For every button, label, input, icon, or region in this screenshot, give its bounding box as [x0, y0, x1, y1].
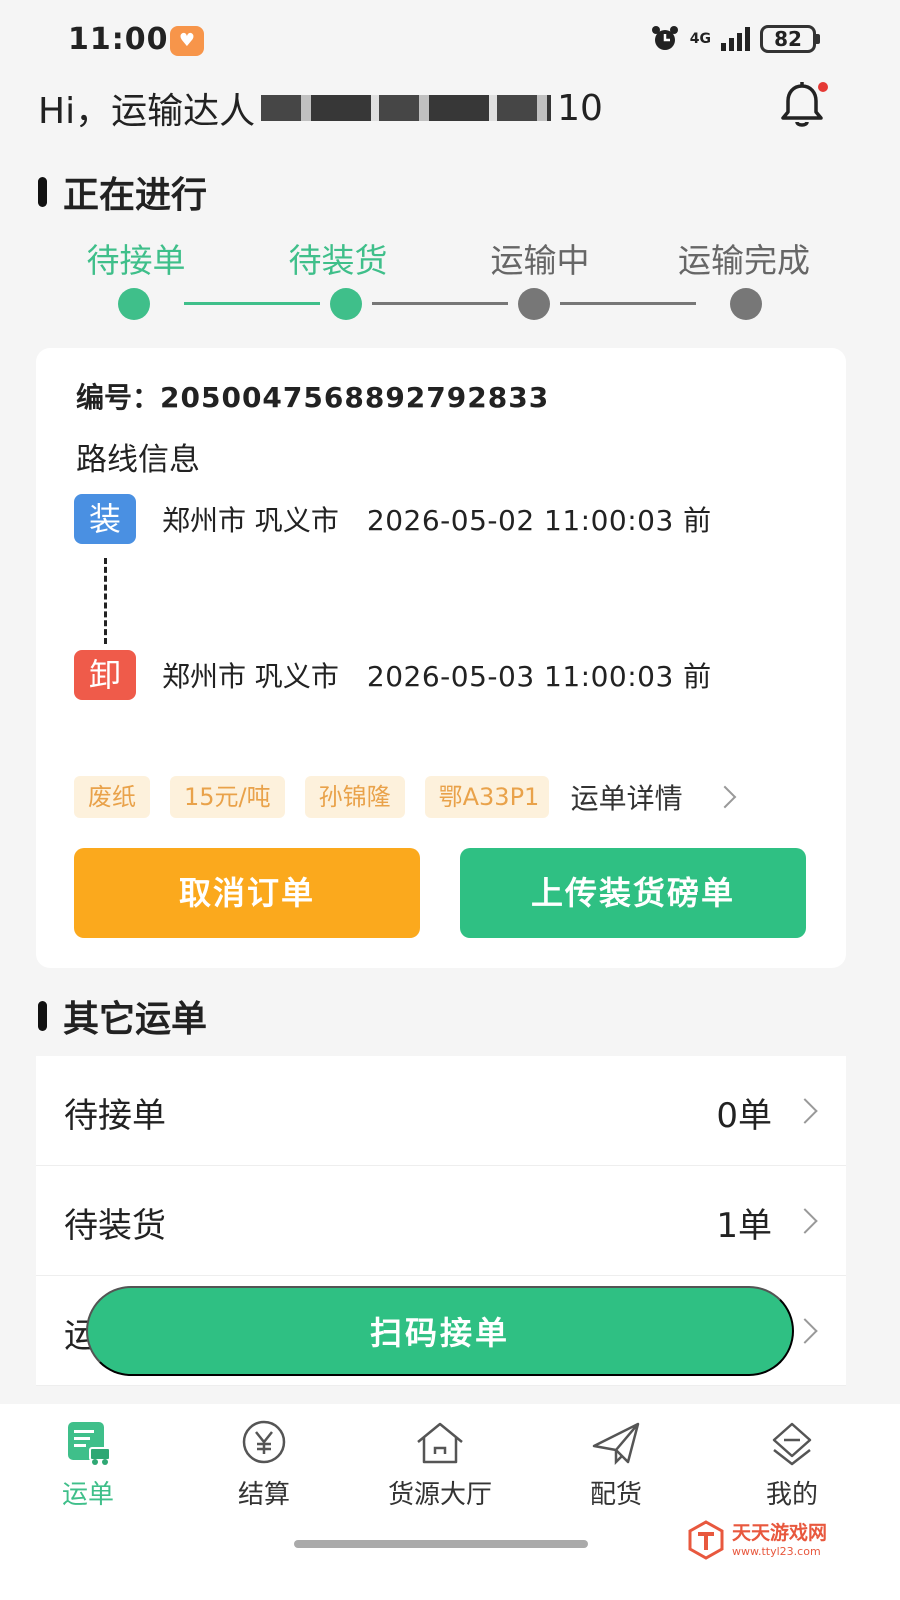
redacted-name	[261, 95, 552, 121]
route-info-title: 路线信息	[76, 442, 200, 478]
tab-label: 运单	[61, 1480, 114, 1510]
user-icon	[772, 1422, 812, 1466]
step-label-4: 运输完成	[678, 241, 810, 280]
status-indicators: 4G 82	[650, 24, 820, 54]
order-number: 编号：2050047568892792833	[76, 376, 549, 416]
notification-dot	[818, 82, 828, 92]
status-time: 11:00	[68, 22, 169, 57]
step-line-2	[372, 302, 508, 305]
watermark: 天天游戏网 www.ttyl23.com	[686, 1518, 886, 1562]
alarm-clock-icon	[651, 26, 678, 50]
section-title-current: 正在进行	[38, 166, 207, 218]
progress-steps: 待接单 待装货 运输中 运输完成	[0, 230, 900, 320]
greeting-prefix: Hi，运输达人	[38, 91, 256, 132]
tab-label: 我的	[765, 1480, 818, 1510]
route-unload-row: 卸 郑州市 巩义市 2026-05-03 11:00:03 前	[74, 650, 712, 700]
chevron-right-icon	[792, 1098, 818, 1124]
plate-tag: 鄂A33P1	[424, 776, 549, 818]
step-dot-3	[518, 288, 550, 320]
yen-icon	[242, 1420, 286, 1464]
greeting-suffix: 10	[557, 87, 603, 129]
section-title-text: 正在进行	[63, 175, 208, 216]
price-tag: 15元/吨	[170, 776, 285, 818]
chevron-right-icon	[792, 1318, 818, 1344]
section-marker	[38, 177, 47, 207]
unload-time: 2026-05-03 11:00:03 前	[366, 660, 712, 693]
unload-city: 郑州市 巩义市	[162, 660, 339, 693]
step-line-1	[184, 302, 320, 305]
watermark-title: 天天游戏网	[732, 1521, 828, 1544]
current-order-card[interactable]: 编号：2050047568892792833 路线信息 装 郑州市 巩义市 20…	[36, 348, 846, 968]
scan-to-accept-button[interactable]: 扫码接单	[86, 1286, 794, 1376]
step-label-1: 待接单	[86, 241, 186, 280]
battery-icon: 82	[760, 25, 820, 53]
waybill-icon	[68, 1422, 111, 1465]
load-city: 郑州市 巩义市	[162, 504, 339, 537]
cargo-tag: 废纸	[74, 776, 150, 818]
tab-mine[interactable]: 我的	[722, 1420, 862, 1511]
home-indicator[interactable]	[294, 1540, 588, 1548]
route-load-row: 装 郑州市 巩义市 2026-05-02 11:00:03 前	[74, 494, 712, 544]
upload-weigh-slip-button[interactable]: 上传装货磅单	[460, 848, 806, 938]
step-line-3	[560, 302, 696, 305]
status-bar: 11:00 ♥ 4G 82	[0, 0, 900, 80]
section-title-other: 其它运单	[38, 990, 207, 1042]
tab-label: 配货	[589, 1480, 642, 1510]
driver-tag: 孙锦隆	[304, 776, 405, 818]
tab-label: 货源大厅	[387, 1480, 492, 1510]
load-tag: 装	[74, 494, 136, 544]
list-item-pending-accept[interactable]: 待接单 0单	[36, 1056, 846, 1166]
tab-label: 结算	[237, 1480, 290, 1510]
home-icon	[417, 1422, 463, 1464]
chevron-right-icon	[792, 1208, 818, 1234]
step-dot-1	[118, 288, 150, 320]
route-connector	[104, 558, 107, 644]
battery-level: 82	[760, 25, 816, 53]
step-label-3: 运输中	[490, 241, 590, 280]
section-title-text: 其它运单	[63, 999, 208, 1040]
order-number-value: 2050047568892792833	[160, 381, 550, 414]
network-label: 4G	[689, 31, 711, 47]
unload-tag: 卸	[74, 650, 136, 700]
order-tags: 废纸 15元/吨 孙锦隆 鄂A33P1 运单详情	[74, 776, 736, 818]
waybill-detail-link[interactable]: 运单详情	[570, 777, 736, 817]
tab-cargo-hall[interactable]: 货源大厅	[370, 1420, 510, 1511]
chevron-right-icon	[713, 785, 736, 809]
tab-settlement[interactable]: 结算	[194, 1420, 334, 1511]
waybill-detail-label: 运单详情	[570, 782, 683, 815]
list-item-count: 0单	[716, 1096, 772, 1136]
load-time: 2026-05-02 11:00:03 前	[366, 504, 712, 537]
bottom-tab-bar: 运单 结算 货源大厅 配货 我的	[0, 1404, 900, 1600]
list-item-pending-load[interactable]: 待装货 1单	[36, 1166, 846, 1276]
tab-dispatch[interactable]: 配货	[546, 1420, 686, 1511]
signal-icon	[721, 27, 750, 51]
greeting: Hi，运输达人 10	[38, 82, 603, 134]
section-marker	[38, 1001, 47, 1031]
tab-waybill[interactable]: 运单	[18, 1420, 158, 1511]
list-item-label: 待装货	[64, 1206, 166, 1246]
list-item-label: 待接单	[64, 1096, 166, 1136]
notification-app-icon: ♥	[170, 26, 204, 56]
paper-plane-icon	[592, 1422, 640, 1466]
step-dot-4	[730, 288, 762, 320]
watermark-url: www.ttyl23.com	[732, 1544, 821, 1558]
list-item-count: 1单	[716, 1206, 772, 1246]
order-number-label: 编号：	[76, 381, 161, 414]
step-dot-2	[330, 288, 362, 320]
step-label-2: 待装货	[288, 241, 388, 280]
cancel-order-button[interactable]: 取消订单	[74, 848, 420, 938]
watermark-logo-icon	[688, 1520, 724, 1560]
